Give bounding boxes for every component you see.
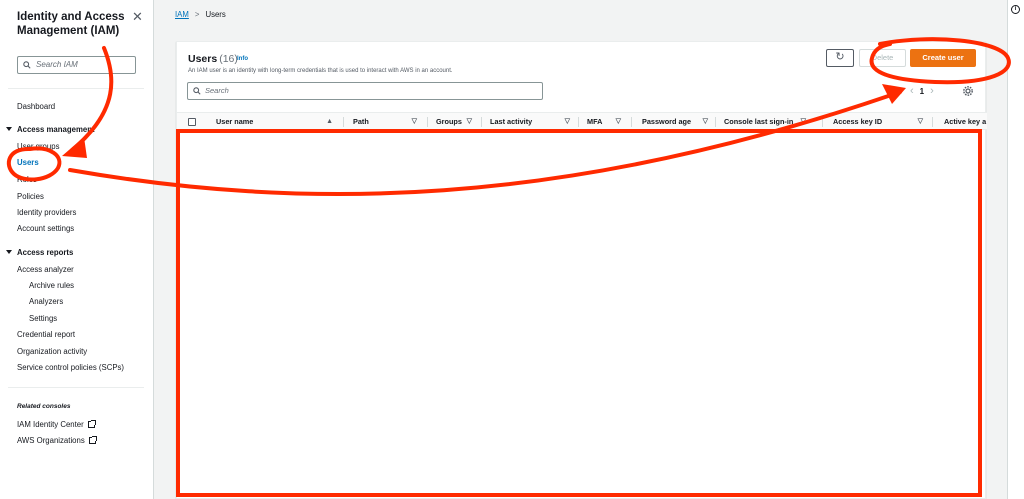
breadcrumb: IAM > Users (175, 10, 226, 19)
table-header: User name ▲ Path ▽ Groups ▽ Last activity ▽ … (177, 112, 987, 130)
nav-identity-providers[interactable]: Identity providers (17, 208, 76, 217)
sort-icon: ▽ (615, 118, 621, 125)
nav-policies[interactable]: Policies (17, 192, 44, 201)
column-header-active-key-age[interactable]: Active key a (944, 113, 987, 129)
sidebar-search-input[interactable]: Search IAM (17, 56, 136, 74)
column-label: Last activity (490, 117, 533, 126)
column-divider (715, 117, 716, 127)
page-title: Users (16) (188, 53, 238, 65)
info-icon[interactable]: i (1011, 5, 1020, 14)
nav-dashboard[interactable]: Dashboard (17, 102, 55, 111)
nav-service-control-policies[interactable]: Service control policies (SCPs) (17, 363, 124, 372)
nav-analyzers[interactable]: Analyzers (29, 297, 63, 306)
column-label: Password age (642, 117, 692, 126)
column-divider (578, 117, 579, 127)
sort-icon: ▽ (917, 118, 923, 125)
caret-down-icon (6, 127, 12, 131)
column-label: Path (353, 117, 369, 126)
sidebar-title: Identity and Access Management (IAM) (17, 11, 125, 37)
nav-label: AWS Organizations (17, 436, 85, 445)
chevron-right-icon: > (194, 10, 200, 19)
nav-account-settings[interactable]: Account settings (17, 224, 74, 233)
nav-users[interactable]: Users (17, 158, 39, 167)
page-title-text: Users (188, 53, 218, 65)
nav-label: IAM Identity Center (17, 420, 84, 429)
sort-ascending-icon: ▲ (326, 118, 333, 125)
divider (8, 387, 144, 388)
nav-user-groups[interactable]: User groups (17, 142, 59, 151)
column-divider (481, 117, 482, 127)
search-icon (193, 87, 201, 95)
nav-aws-organizations[interactable]: AWS Organizations (17, 436, 97, 445)
chevron-left-icon[interactable]: ‹ (910, 85, 914, 97)
close-icon[interactable]: ✕ (132, 9, 143, 25)
column-divider (343, 117, 344, 127)
info-link[interactable]: Info (237, 56, 248, 62)
section-access-management[interactable]: Access management (6, 125, 95, 134)
refresh-button[interactable]: ↻ (826, 49, 854, 67)
section-label: Access reports (17, 248, 74, 257)
related-consoles-heading: Related consoles (17, 403, 71, 410)
column-label: User name (216, 117, 254, 126)
column-divider (932, 117, 933, 127)
column-label: MFA (587, 117, 603, 126)
sidebar-search-placeholder: Search IAM (36, 60, 78, 69)
caret-down-icon (6, 250, 12, 254)
select-all-checkbox[interactable] (188, 118, 196, 126)
users-search-placeholder: Search (205, 86, 229, 95)
users-search-input[interactable]: Search (187, 82, 543, 100)
gear-icon[interactable] (962, 85, 974, 97)
chevron-right-icon[interactable]: › (930, 85, 934, 97)
search-icon (23, 61, 31, 69)
page-description: An IAM user is an identity with long-ter… (188, 68, 453, 74)
column-header-path[interactable]: Path ▽ (353, 113, 421, 129)
refresh-icon: ↻ (835, 51, 845, 63)
column-divider (631, 117, 632, 127)
breadcrumb-iam-link[interactable]: IAM (175, 10, 189, 19)
users-count: (16) (219, 53, 238, 65)
divider (8, 88, 144, 89)
external-link-icon (88, 436, 97, 444)
column-header-password-age[interactable]: Password age ▽ (642, 113, 712, 129)
nav-settings[interactable]: Settings (29, 314, 57, 323)
column-label: Active key a (944, 117, 987, 126)
nav-archive-rules[interactable]: Archive rules (29, 281, 74, 290)
column-label: Console last sign-in (724, 117, 794, 126)
sort-icon: ▽ (702, 118, 708, 125)
column-header-access-key-id[interactable]: Access key ID ▽ (833, 113, 927, 129)
sort-icon: ▽ (800, 118, 806, 125)
breadcrumb-current: Users (205, 10, 226, 19)
column-divider (822, 117, 823, 127)
sort-icon: ▽ (564, 118, 570, 125)
create-user-button[interactable]: Create user (910, 49, 976, 67)
nav-roles[interactable]: Roles (17, 175, 37, 184)
column-label: Groups (436, 117, 462, 126)
column-header-console-last-sign-in[interactable]: Console last sign-in ▽ (724, 113, 810, 129)
section-access-reports[interactable]: Access reports (6, 248, 73, 257)
nav-organization-activity[interactable]: Organization activity (17, 347, 87, 356)
nav-access-analyzer[interactable]: Access analyzer (17, 265, 74, 274)
column-label: Access key ID (833, 117, 883, 126)
tools-panel-strip: i (1007, 0, 1024, 499)
sort-icon: ▽ (466, 118, 472, 125)
section-label: Access management (17, 125, 95, 134)
column-header-groups[interactable]: Groups ▽ (436, 113, 476, 129)
external-link-icon (87, 420, 96, 428)
page-number[interactable]: 1 (920, 87, 924, 96)
delete-button[interactable]: Delete (859, 49, 906, 67)
users-panel: Users (16) Info An IAM user is an identit… (176, 41, 987, 499)
column-header-last-activity[interactable]: Last activity ▽ (490, 113, 574, 129)
column-header-user-name[interactable]: User name ▲ (216, 113, 337, 129)
sidebar: Identity and Access Management (IAM) ✕ S… (0, 0, 154, 499)
sort-icon: ▽ (411, 118, 417, 125)
nav-credential-report[interactable]: Credential report (17, 330, 75, 339)
nav-iam-identity-center[interactable]: IAM Identity Center (17, 420, 96, 429)
column-divider (427, 117, 428, 127)
column-header-mfa[interactable]: MFA ▽ (587, 113, 625, 129)
pagination: ‹ 1 › (910, 85, 934, 97)
